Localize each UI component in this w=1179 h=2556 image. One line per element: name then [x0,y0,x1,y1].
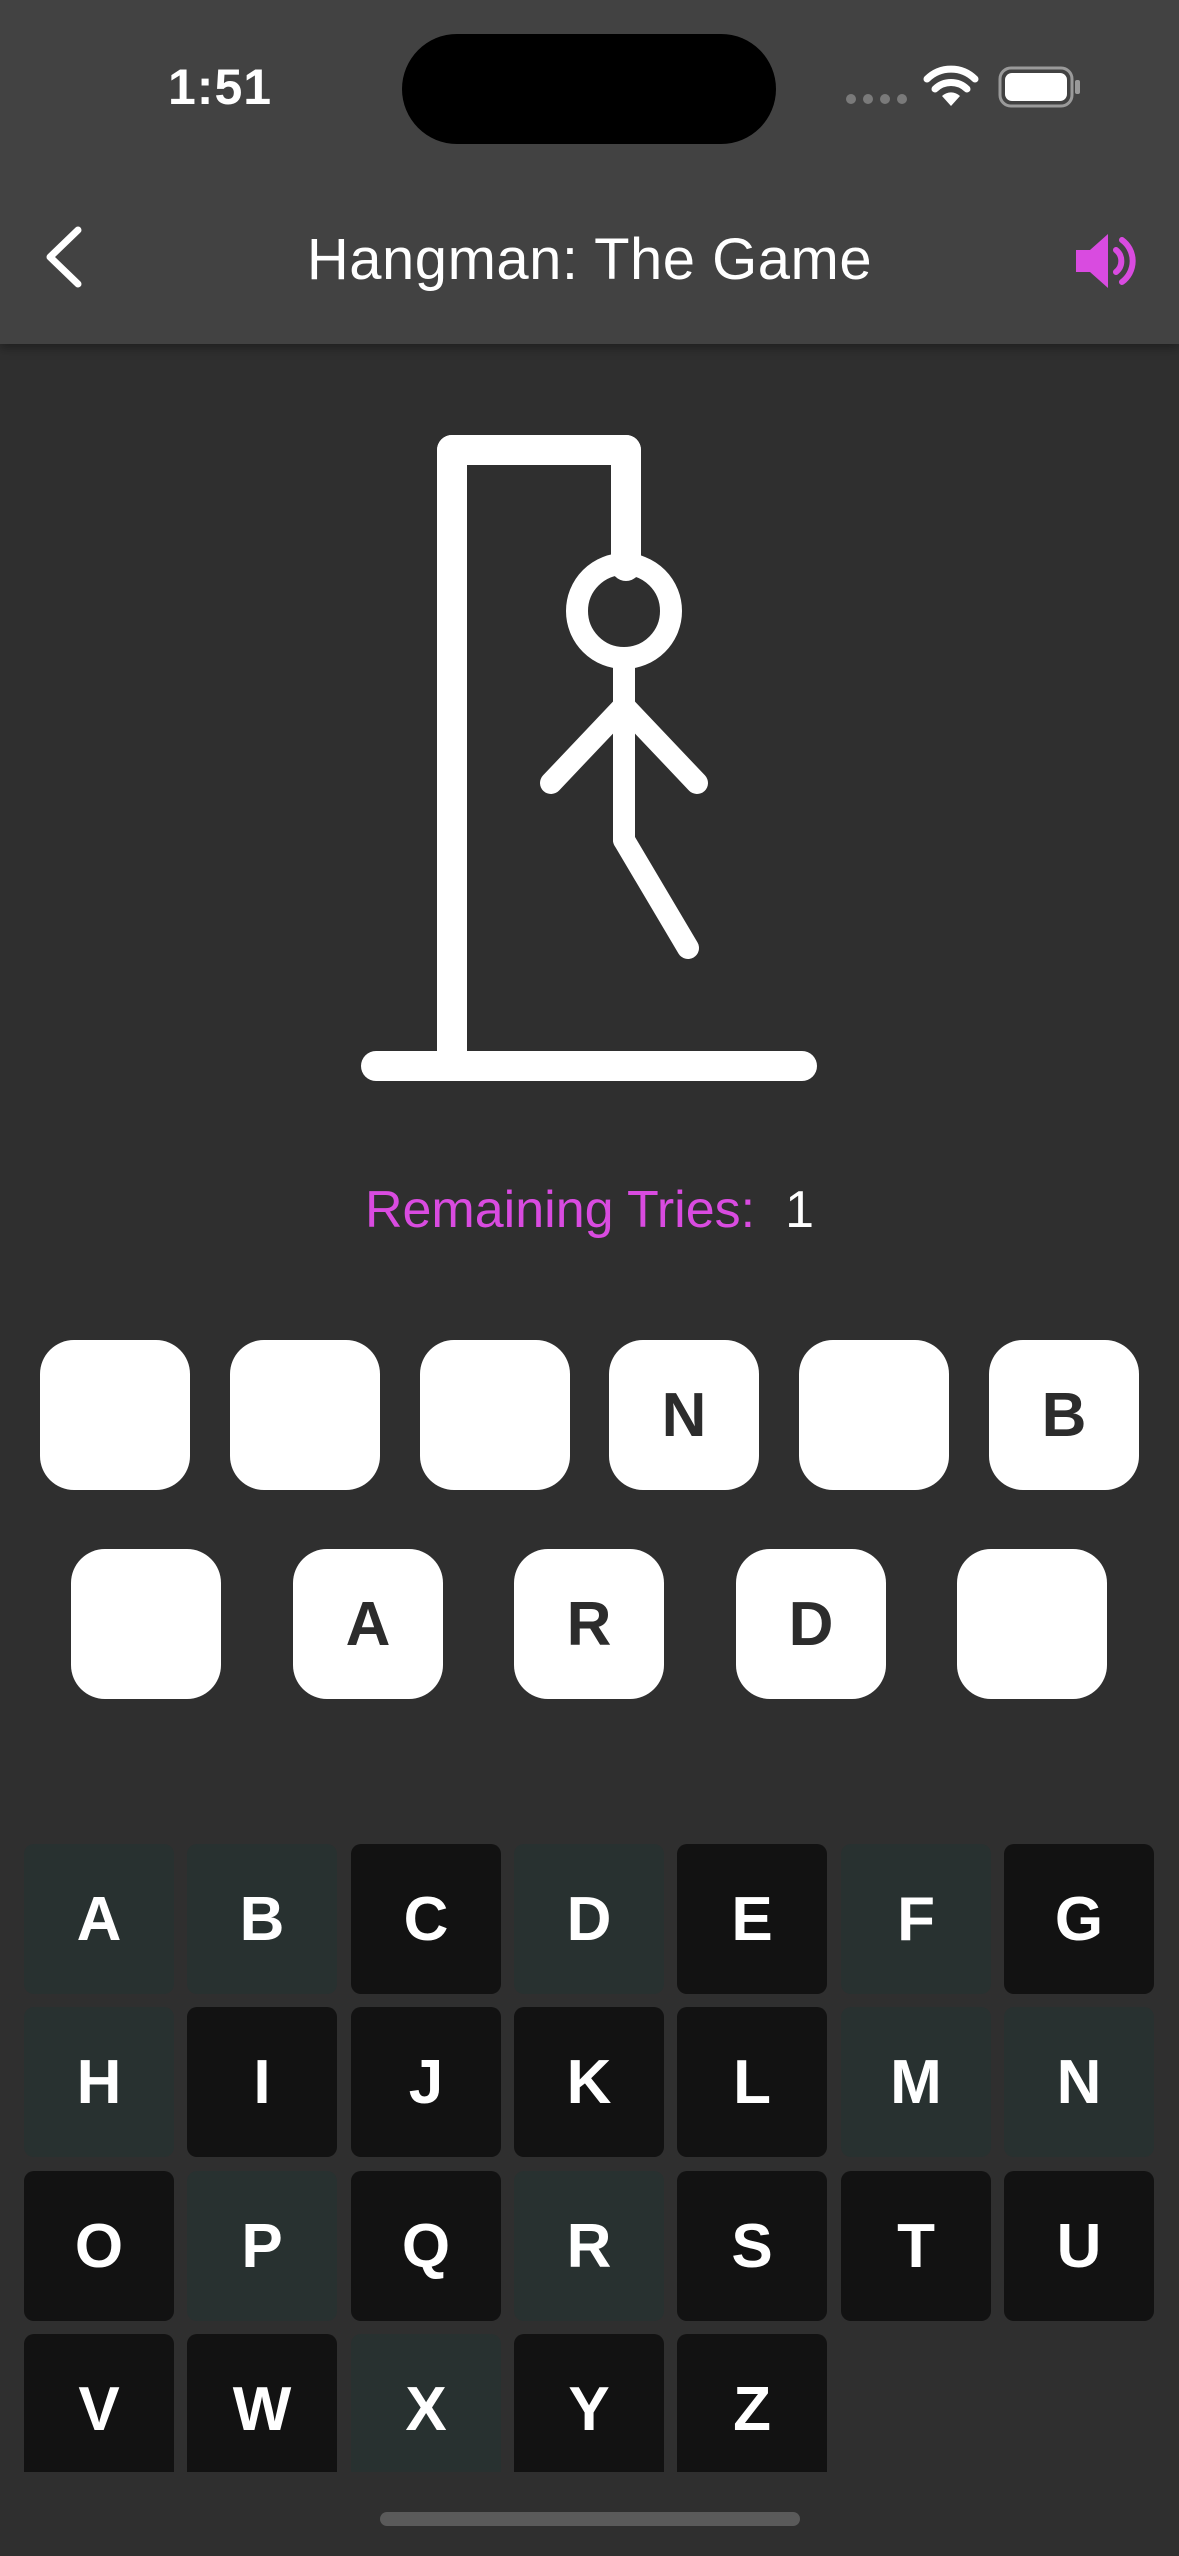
key-r: R [514,2171,664,2321]
key-f: F [841,1844,991,1994]
letter-keyboard: ABCDEFG HIJKLMN OPQRSTU VWXYZ [0,1800,1179,2472]
letter-tile [71,1549,221,1699]
key-o[interactable]: O [24,2171,174,2321]
top-bar: 1:51 Hangman: The Game [0,0,1179,344]
key-w[interactable]: W [187,2334,337,2472]
page-title: Hangman: The Game [306,227,873,292]
speaker-icon[interactable] [1072,226,1142,296]
key-t[interactable]: T [841,2171,991,2321]
remaining-tries-count: 1 [785,1181,815,1239]
letter-tile [957,1549,1107,1699]
key-c[interactable]: C [351,1844,501,1994]
key-l[interactable]: L [677,2007,827,2157]
key-b: B [187,1844,337,1994]
hangman-drawing [361,435,817,1081]
key-k[interactable]: K [514,2007,664,2157]
letter-tile: D [736,1549,886,1699]
key-j[interactable]: J [351,2007,501,2157]
key-i[interactable]: I [187,2007,337,2157]
cellular-signal-icon [846,94,907,104]
key-u[interactable]: U [1004,2171,1154,2321]
key-z[interactable]: Z [677,2334,827,2472]
key-v[interactable]: V [24,2334,174,2472]
key-d: D [514,1844,664,1994]
letter-tile [420,1340,570,1490]
wifi-icon [923,65,979,106]
letter-tile [799,1340,949,1490]
key-h: H [24,2007,174,2157]
key-e[interactable]: E [677,1844,827,1994]
letter-tile [230,1340,380,1490]
dynamic-island [402,34,776,144]
key-p: P [187,2171,337,2321]
key-s[interactable]: S [677,2171,827,2321]
hangman-right-leg [613,829,699,959]
key-y[interactable]: Y [514,2334,664,2472]
letter-tile: R [514,1549,664,1699]
letter-tile: B [989,1340,1139,1490]
status-time: 1:51 [168,59,273,115]
letter-tile: N [609,1340,759,1490]
key-q[interactable]: Q [351,2171,501,2321]
key-x: X [351,2334,501,2472]
remaining-tries-label: Remaining Tries: [364,1181,756,1239]
key-n: N [1004,2007,1154,2157]
key-a: A [24,1844,174,1994]
battery-icon [998,66,1080,108]
key-g[interactable]: G [1004,1844,1154,1994]
letter-tile [40,1340,190,1490]
remaining-tries: Remaining Tries: 1 [0,1180,1179,1240]
key-m: M [841,2007,991,2157]
home-indicator [380,2512,800,2526]
letter-tile: A [293,1549,443,1699]
